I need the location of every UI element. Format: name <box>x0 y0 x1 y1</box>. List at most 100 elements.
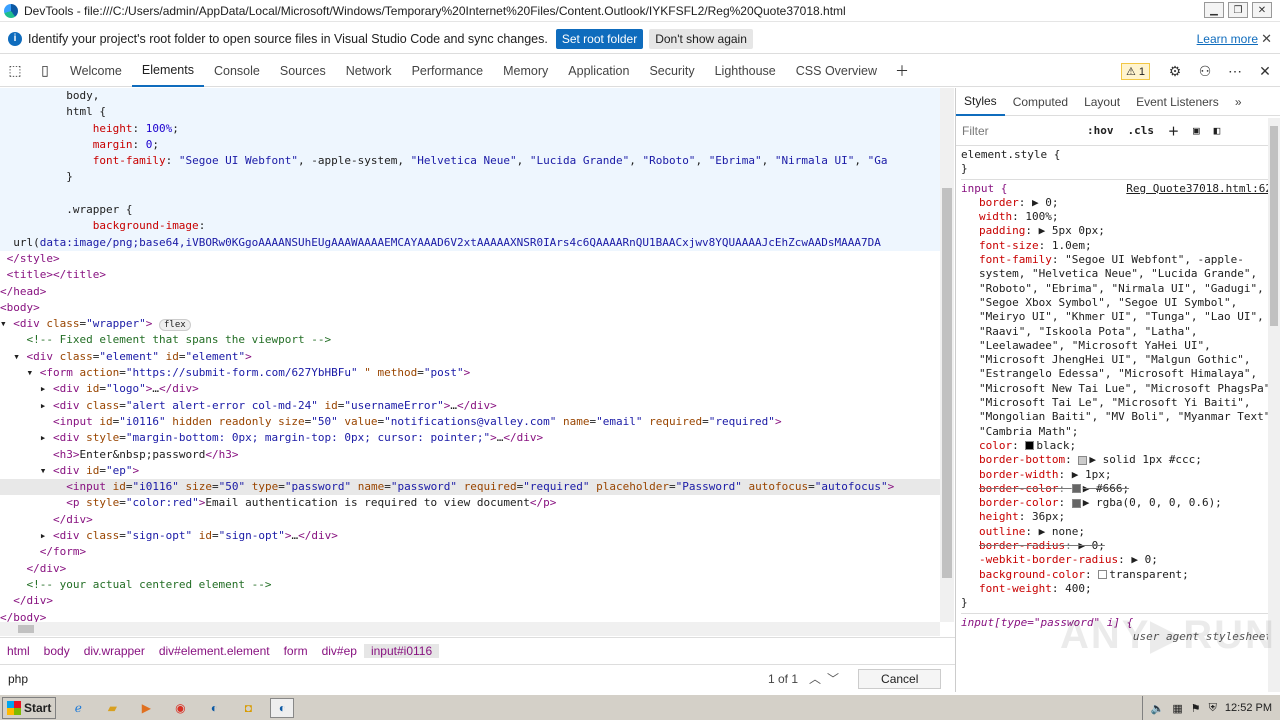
css-property-value[interactable]: ▶ #666; <box>1083 482 1129 495</box>
css-property-name[interactable]: background-color <box>979 568 1085 581</box>
css-declaration[interactable]: height: 36px; <box>961 510 1280 524</box>
dom-node-line[interactable]: <!-- Fixed element that spans the viewpo… <box>0 332 940 348</box>
tab-application[interactable]: Application <box>558 55 639 87</box>
css-declaration[interactable]: border: ▶ 0; <box>961 196 1280 210</box>
css-property-name[interactable]: font-weight <box>979 582 1052 595</box>
dom-vertical-scrollbar[interactable] <box>940 88 954 622</box>
css-property-name[interactable]: border <box>979 196 1019 209</box>
css-property-name[interactable]: border-bottom <box>979 453 1065 466</box>
dom-node-line[interactable]: </div> <box>0 561 940 577</box>
tab-security[interactable]: Security <box>639 55 704 87</box>
styles-filter-input[interactable]: Filter <box>962 124 1087 138</box>
set-root-folder-button[interactable]: Set root folder <box>555 28 644 49</box>
dom-node-line[interactable]: </style> <box>0 251 940 267</box>
css-property-value[interactable]: black; <box>1036 439 1076 452</box>
settings-gear-icon[interactable]: ⚙ <box>1160 55 1190 87</box>
flag-icon[interactable]: ⚑ <box>1191 702 1201 715</box>
tab-lighthouse[interactable]: Lighthouse <box>705 55 786 87</box>
paint-icon[interactable]: ▣ <box>1193 124 1200 137</box>
search-input[interactable]: php <box>8 672 768 686</box>
css-declaration[interactable]: border-color: ▶ rgba(0, 0, 0, 0.6); <box>961 496 1280 510</box>
dom-node-line[interactable]: ▾ <form action="https://submit-form.com/… <box>0 365 940 381</box>
dom-node-line[interactable]: body, <box>0 88 940 105</box>
clock[interactable]: 12:52 PM <box>1225 702 1272 714</box>
css-property-value[interactable]: 1.0em; <box>1052 239 1092 252</box>
close-devtools-icon[interactable]: ✕ <box>1250 55 1280 87</box>
css-property-name[interactable]: font-family <box>979 253 1052 266</box>
close-window-button[interactable]: ✕ <box>1252 2 1272 18</box>
outlook-icon[interactable]: ◘ <box>236 698 260 718</box>
dom-node-line[interactable]: html { <box>0 104 940 121</box>
css-property-name[interactable]: border-radius <box>979 539 1065 552</box>
elements-dom-tree[interactable]: body, html { height: 100%; margin: 0; fo… <box>0 88 940 622</box>
tab-css-overview[interactable]: CSS Overview <box>786 55 887 87</box>
maximize-button[interactable]: ❐ <box>1228 2 1248 18</box>
breadcrumb-input[interactable]: input#i0116 <box>363 643 440 658</box>
volume-icon[interactable]: 🔈 <box>1151 702 1165 715</box>
tab-elements[interactable]: Elements <box>131 55 204 87</box>
css-property-value[interactable]: ▶ rgba(0, 0, 0, 0.6); <box>1083 496 1222 509</box>
dom-node-line[interactable]: <input id="i0116" hidden readonly size="… <box>0 414 940 430</box>
dom-node-line[interactable]: </body> <box>0 610 940 623</box>
media-player-icon[interactable]: ▶ <box>134 698 158 718</box>
tab-console[interactable]: Console <box>204 55 270 87</box>
dom-node-line[interactable]: <!-- your actual centered element --> <box>0 577 940 593</box>
tab-sources[interactable]: Sources <box>270 55 336 87</box>
dom-node-line[interactable]: <h3>Enter&nbsp;password</h3> <box>0 447 940 463</box>
css-property-name[interactable]: border-width <box>979 468 1058 481</box>
tab-event-listeners[interactable]: Event Listeners <box>1128 88 1227 116</box>
css-property-name[interactable]: color <box>979 439 1012 452</box>
customize-icon[interactable]: ⚇ <box>1190 55 1220 87</box>
css-declaration[interactable]: padding: ▶ 5px 0px; <box>961 224 1280 238</box>
edge-icon[interactable]: ◐ <box>202 698 226 718</box>
breadcrumb-ep[interactable]: div#ep <box>315 644 364 658</box>
css-property-name[interactable]: width <box>979 210 1012 223</box>
dom-node-line[interactable]: background-image: <box>0 218 940 235</box>
css-property-value[interactable]: transparent; <box>1109 568 1188 581</box>
device-toolbar-icon[interactable]: ▯ <box>30 55 60 87</box>
dom-node-line[interactable]: } <box>0 169 940 186</box>
ie-icon[interactable]: ℯ <box>66 698 90 718</box>
edge-devtools-task-icon[interactable]: ◐ <box>270 697 295 718</box>
css-property-value[interactable]: 400; <box>1065 582 1092 595</box>
css-declaration[interactable]: border-width: ▶ 1px; <box>961 468 1280 482</box>
dom-node-line[interactable]: </head> <box>0 284 940 300</box>
styles-scrollbar[interactable] <box>1268 118 1280 692</box>
dom-node-line[interactable]: </form> <box>0 544 940 560</box>
close-infobar-icon[interactable]: ✕ <box>1261 31 1272 47</box>
explorer-folder-icon[interactable]: ▰ <box>100 698 124 718</box>
dom-node-line[interactable] <box>0 185 940 203</box>
css-property-value[interactable]: 100%; <box>1025 210 1058 223</box>
css-declaration[interactable]: border-radius: ▶ 0; <box>961 539 1280 553</box>
breadcrumb-element[interactable]: div#element.element <box>152 644 277 658</box>
tab-computed[interactable]: Computed <box>1005 88 1076 116</box>
css-declaration[interactable]: font-family: "Segoe UI Webfont", -apple-… <box>961 253 1280 439</box>
cls-toggle[interactable]: .cls <box>1128 124 1155 137</box>
css-property-name[interactable]: font-size <box>979 239 1039 252</box>
tab-styles[interactable]: Styles <box>956 88 1005 116</box>
dom-node-line[interactable]: url(data:image/png;base64,iVBORw0KGgoAAA… <box>0 234 940 251</box>
tab-welcome[interactable]: Welcome <box>60 55 132 87</box>
more-tabs-icon[interactable]: » <box>1227 88 1250 116</box>
dom-node-line[interactable]: <body> <box>0 300 940 316</box>
sidebar-toggle-icon[interactable]: ◧ <box>1214 124 1221 137</box>
dom-node-line[interactable]: ▸ <div style="margin-bottom: 0px; margin… <box>0 430 940 446</box>
rule-source-link[interactable]: Reg Quote37018.html:62 <box>1126 182 1272 196</box>
tab-performance[interactable]: Performance <box>402 55 494 87</box>
dom-node-line[interactable]: margin: 0; <box>0 136 940 154</box>
css-declaration[interactable]: border-color: ▶ #666; <box>961 482 1280 496</box>
css-property-value[interactable]: ▶ none; <box>1039 525 1085 538</box>
css-property-value[interactable]: ▶ 0; <box>1078 539 1105 552</box>
search-cancel-button[interactable]: Cancel <box>858 668 942 689</box>
warnings-badge[interactable]: ⚠ 1 <box>1120 62 1150 80</box>
tab-memory[interactable]: Memory <box>493 55 558 87</box>
css-property-value[interactable]: ▶ solid 1px #ccc; <box>1089 453 1202 466</box>
breadcrumb-form[interactable]: form <box>277 644 315 658</box>
dom-node-line[interactable]: </div> <box>0 512 940 528</box>
dom-node-line[interactable]: <title></title> <box>0 267 940 283</box>
chrome-icon[interactable]: ◉ <box>168 698 192 718</box>
dom-node-line[interactable]: </div> <box>0 593 940 609</box>
dom-horizontal-scrollbar[interactable] <box>0 622 940 636</box>
inspect-element-icon[interactable]: ⬚ <box>0 55 30 87</box>
dom-node-line[interactable]: ▸ <div id="logo">…</div> <box>0 381 940 397</box>
